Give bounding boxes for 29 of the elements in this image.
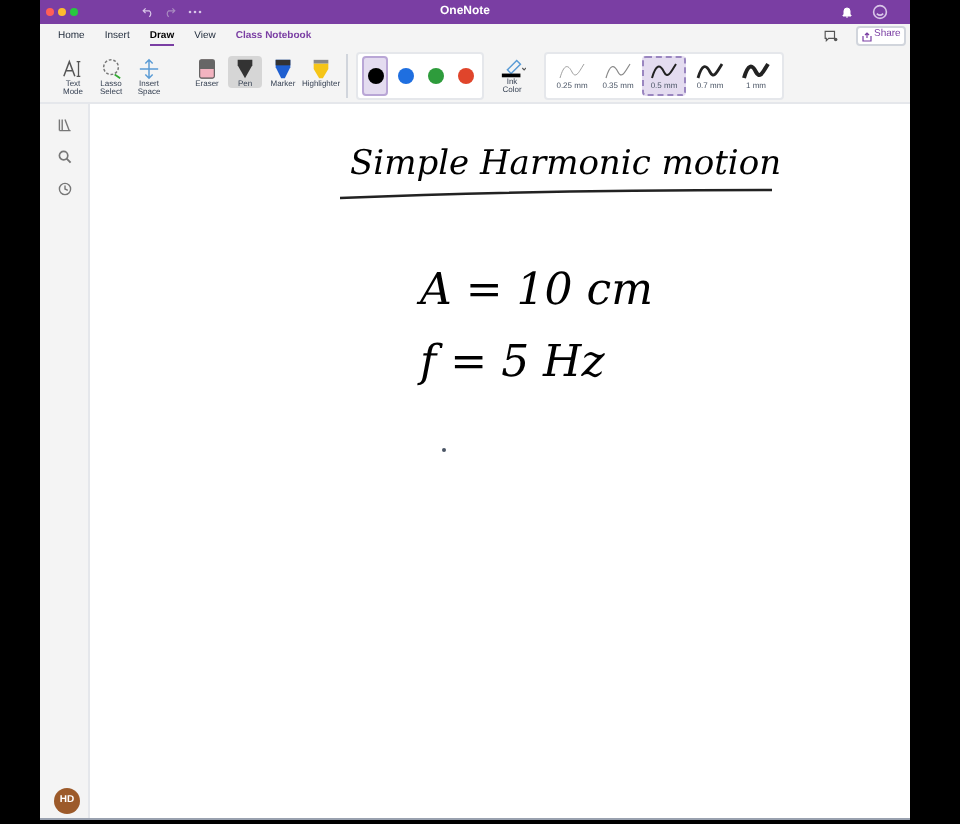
share-icon <box>862 31 872 41</box>
handwritten-line: A = 10 cm <box>420 264 653 320</box>
close-window-button[interactable] <box>46 8 54 16</box>
handwritten-line: f = 5 Hz <box>420 336 607 392</box>
search-icon[interactable] <box>57 150 71 164</box>
highlighter-icon <box>310 57 332 79</box>
text-icon <box>62 57 84 79</box>
handwritten-title: Simple Harmonic motion <box>350 142 782 188</box>
pen-icon <box>234 57 256 79</box>
undo-icon[interactable] <box>142 6 154 18</box>
message-icon[interactable] <box>824 30 838 42</box>
stroke-sample-icon <box>604 61 632 79</box>
stroke-sample-icon <box>650 61 678 79</box>
smiley-icon[interactable] <box>872 4 888 20</box>
stroke-sample-icon <box>742 61 770 79</box>
stroke-sample-icon <box>558 61 586 79</box>
lasso-icon <box>100 57 122 79</box>
space-icon <box>138 57 160 79</box>
ink-color-icon[interactable] <box>499 57 525 77</box>
marker-icon <box>272 57 294 79</box>
minimize-window-button[interactable] <box>58 8 66 16</box>
redo-icon[interactable] <box>164 6 176 18</box>
maximize-window-button[interactable] <box>70 8 78 16</box>
clock-icon[interactable] <box>57 182 71 196</box>
stroke-sample-icon <box>696 61 724 79</box>
eraser-icon <box>196 57 218 79</box>
bell-icon[interactable] <box>842 6 852 18</box>
color-swatch[interactable] <box>362 55 388 95</box>
notebooks-icon[interactable] <box>57 118 71 132</box>
